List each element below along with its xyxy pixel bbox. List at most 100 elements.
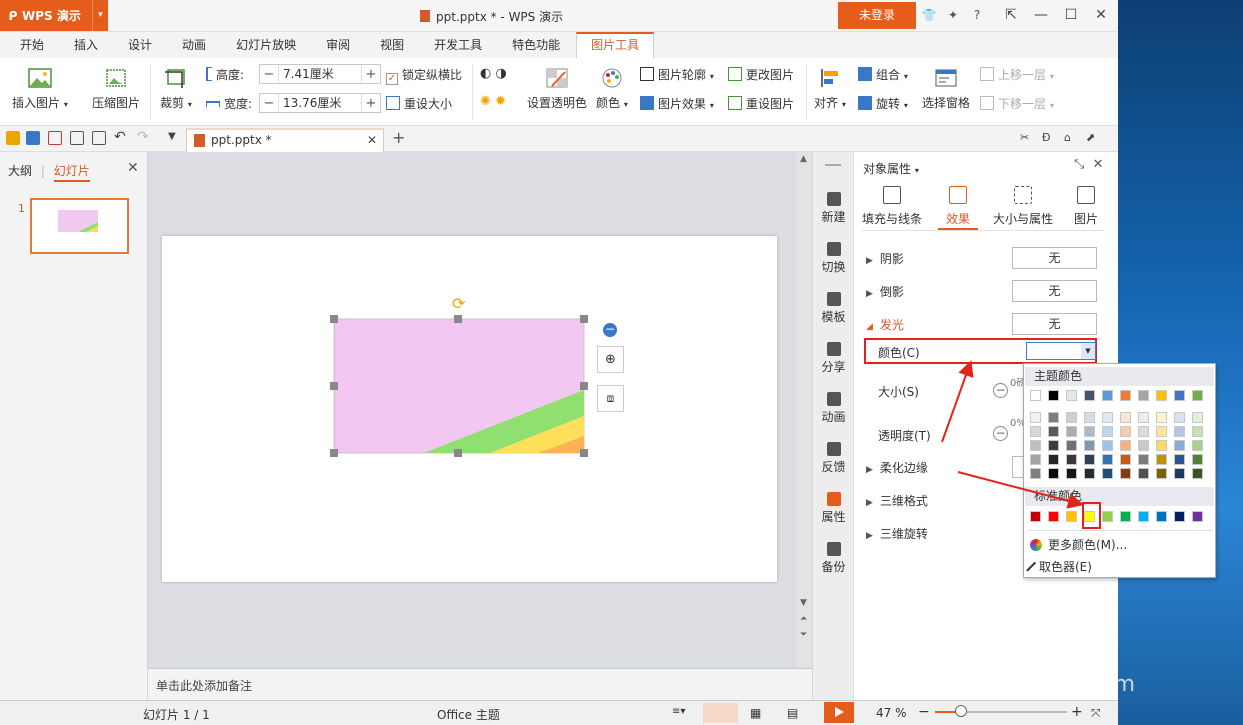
- help-icon[interactable]: ?: [966, 4, 988, 26]
- theme-shade-swatch[interactable]: [1030, 454, 1041, 465]
- decrement-icon[interactable]: −: [260, 96, 278, 111]
- decrement-icon[interactable]: −: [260, 67, 278, 82]
- customize-arrow-icon[interactable]: ▼: [168, 131, 176, 142]
- open-icon[interactable]: [6, 131, 20, 145]
- section-shadow[interactable]: ▶ 阴影: [866, 250, 904, 267]
- more-colors-item[interactable]: 更多颜色(M)...: [1030, 536, 1127, 553]
- tab-fill-line[interactable]: 填充与线条: [860, 182, 924, 227]
- next-slide-icon[interactable]: ⏷: [800, 630, 807, 640]
- dock-icon[interactable]: ⤡: [1074, 157, 1084, 172]
- zoom-picture-icon[interactable]: ⊕: [597, 346, 624, 373]
- rotate-button[interactable]: 旋转 ▾: [858, 95, 908, 112]
- sidebar-item-template[interactable]: 模板: [813, 292, 854, 325]
- close-button[interactable]: ✕: [1086, 3, 1116, 27]
- picture-effect-button[interactable]: 图片效果 ▾: [640, 95, 714, 112]
- theme-color-swatch[interactable]: [1084, 390, 1095, 401]
- normal-view-icon[interactable]: [703, 703, 738, 723]
- theme-shade-swatch[interactable]: [1030, 440, 1041, 451]
- theme-shade-swatch[interactable]: [1066, 468, 1077, 479]
- shadow-select[interactable]: 无: [1012, 247, 1097, 269]
- crop-button[interactable]: 裁剪 ▾: [160, 66, 192, 111]
- theme-color-swatch[interactable]: [1120, 390, 1131, 401]
- section-glow[interactable]: ◢ 发光: [866, 316, 904, 333]
- chevron-down-icon[interactable]: ▾: [92, 0, 108, 31]
- width-stepper[interactable]: − 13.76厘米 +: [259, 93, 381, 113]
- rotate-handle-icon[interactable]: ⟳: [452, 294, 466, 313]
- tab-start[interactable]: 开始: [6, 32, 58, 58]
- set-transparent-button[interactable]: 设置透明色: [527, 66, 587, 111]
- eyedropper-item[interactable]: 取色器(E): [1026, 558, 1092, 575]
- brightness-icon[interactable]: ✺ ✹: [480, 94, 506, 109]
- sidebar-item-backup[interactable]: 备份: [813, 542, 854, 575]
- sidebar-item-transition[interactable]: 切换: [813, 242, 854, 275]
- standard-color-swatch[interactable]: [1192, 511, 1203, 522]
- theme-shade-swatch[interactable]: [1066, 426, 1077, 437]
- theme-color-swatch[interactable]: [1192, 390, 1203, 401]
- undo-icon[interactable]: ↶: [114, 129, 126, 145]
- theme-shade-swatch[interactable]: [1048, 412, 1059, 423]
- tab-size-properties[interactable]: 大小与属性: [990, 182, 1056, 227]
- fit-window-icon[interactable]: ⤧: [1091, 706, 1101, 721]
- panel-header[interactable]: 对象属性 ▾: [863, 160, 919, 177]
- save-icon[interactable]: [26, 131, 40, 145]
- tab-picture[interactable]: 图片: [1054, 182, 1118, 227]
- skin-icon[interactable]: 👕: [918, 4, 940, 26]
- theme-shade-swatch[interactable]: [1102, 454, 1113, 465]
- new-tab-icon[interactable]: +: [392, 128, 405, 147]
- print-preview-icon[interactable]: [92, 131, 106, 145]
- chevron-down-icon[interactable]: ▼: [1081, 343, 1095, 359]
- selection-pane-button[interactable]: 选择窗格: [922, 66, 970, 111]
- theme-color-swatch[interactable]: [1174, 390, 1185, 401]
- sidebar-item-share[interactable]: 分享: [813, 342, 854, 375]
- theme-shade-swatch[interactable]: [1030, 468, 1041, 479]
- theme-shade-swatch[interactable]: [1156, 412, 1167, 423]
- theme-color-swatch[interactable]: [1156, 390, 1167, 401]
- remove-icon[interactable]: −: [603, 323, 617, 337]
- glow-color-dropdown[interactable]: ▼: [1026, 342, 1096, 360]
- theme-shade-swatch[interactable]: [1048, 468, 1059, 479]
- d-icon[interactable]: Ð: [1042, 131, 1056, 145]
- theme-shade-swatch[interactable]: [1138, 454, 1149, 465]
- redo-icon[interactable]: ↷: [137, 129, 149, 145]
- section-3d-format[interactable]: ▶ 三维格式: [866, 492, 928, 509]
- slide-canvas[interactable]: ⟳ − ⊕ ⧈: [148, 152, 812, 668]
- sidebar-item-properties[interactable]: 属性: [813, 492, 854, 525]
- notes-toggle-icon[interactable]: ≡▾: [672, 706, 685, 717]
- theme-shade-swatch[interactable]: [1084, 426, 1095, 437]
- theme-shade-swatch[interactable]: [1156, 454, 1167, 465]
- reset-size-button[interactable]: 重设大小: [386, 95, 452, 112]
- theme-shade-swatch[interactable]: [1138, 412, 1149, 423]
- brightness-icons[interactable]: ✺ ✹: [480, 94, 506, 109]
- theme-shade-swatch[interactable]: [1102, 412, 1113, 423]
- width-value[interactable]: 13.76厘米: [278, 94, 362, 112]
- tab-slideshow[interactable]: 幻灯片放映: [222, 32, 310, 58]
- scroll-down-icon[interactable]: ▼: [800, 598, 807, 608]
- standard-color-swatch[interactable]: [1156, 511, 1167, 522]
- theme-shade-swatch[interactable]: [1138, 440, 1149, 451]
- theme-shade-swatch[interactable]: [1138, 468, 1149, 479]
- theme-shade-swatch[interactable]: [1066, 454, 1077, 465]
- theme-shade-swatch[interactable]: [1066, 412, 1077, 423]
- align-button[interactable]: 对齐 ▾: [814, 66, 846, 111]
- theme-shade-swatch[interactable]: [1030, 426, 1041, 437]
- increment-icon[interactable]: +: [362, 96, 380, 111]
- size-decrement-icon[interactable]: −: [993, 383, 1008, 398]
- brightness-contrast-icons[interactable]: ◐ ◑: [480, 66, 507, 81]
- theme-color-swatch[interactable]: [1030, 390, 1041, 401]
- feedback-icon[interactable]: ✦: [942, 4, 964, 26]
- sidebar-item-feedback[interactable]: 反馈: [813, 442, 854, 475]
- document-tab[interactable]: ppt.pptx * ✕: [186, 128, 384, 152]
- theme-shade-swatch[interactable]: [1174, 468, 1185, 479]
- tab-outline[interactable]: 大纲: [8, 164, 32, 178]
- app-menu-button[interactable]: ᑭ WPS 演示 ▾: [0, 0, 108, 31]
- close-panel-icon[interactable]: ✕: [1093, 157, 1104, 172]
- theme-shade-swatch[interactable]: [1192, 454, 1203, 465]
- theme-shade-swatch[interactable]: [1156, 426, 1167, 437]
- checkbox-checked-icon[interactable]: ✓: [386, 73, 398, 85]
- section-3d-rotation[interactable]: ▶ 三维旋转: [866, 525, 928, 542]
- theme-color-swatch[interactable]: [1102, 390, 1113, 401]
- sidebar-item-new[interactable]: 新建: [813, 192, 854, 225]
- section-reflection[interactable]: ▶ 倒影: [866, 283, 904, 300]
- theme-shade-swatch[interactable]: [1138, 426, 1149, 437]
- sidebar-item-animation[interactable]: 动画: [813, 392, 854, 425]
